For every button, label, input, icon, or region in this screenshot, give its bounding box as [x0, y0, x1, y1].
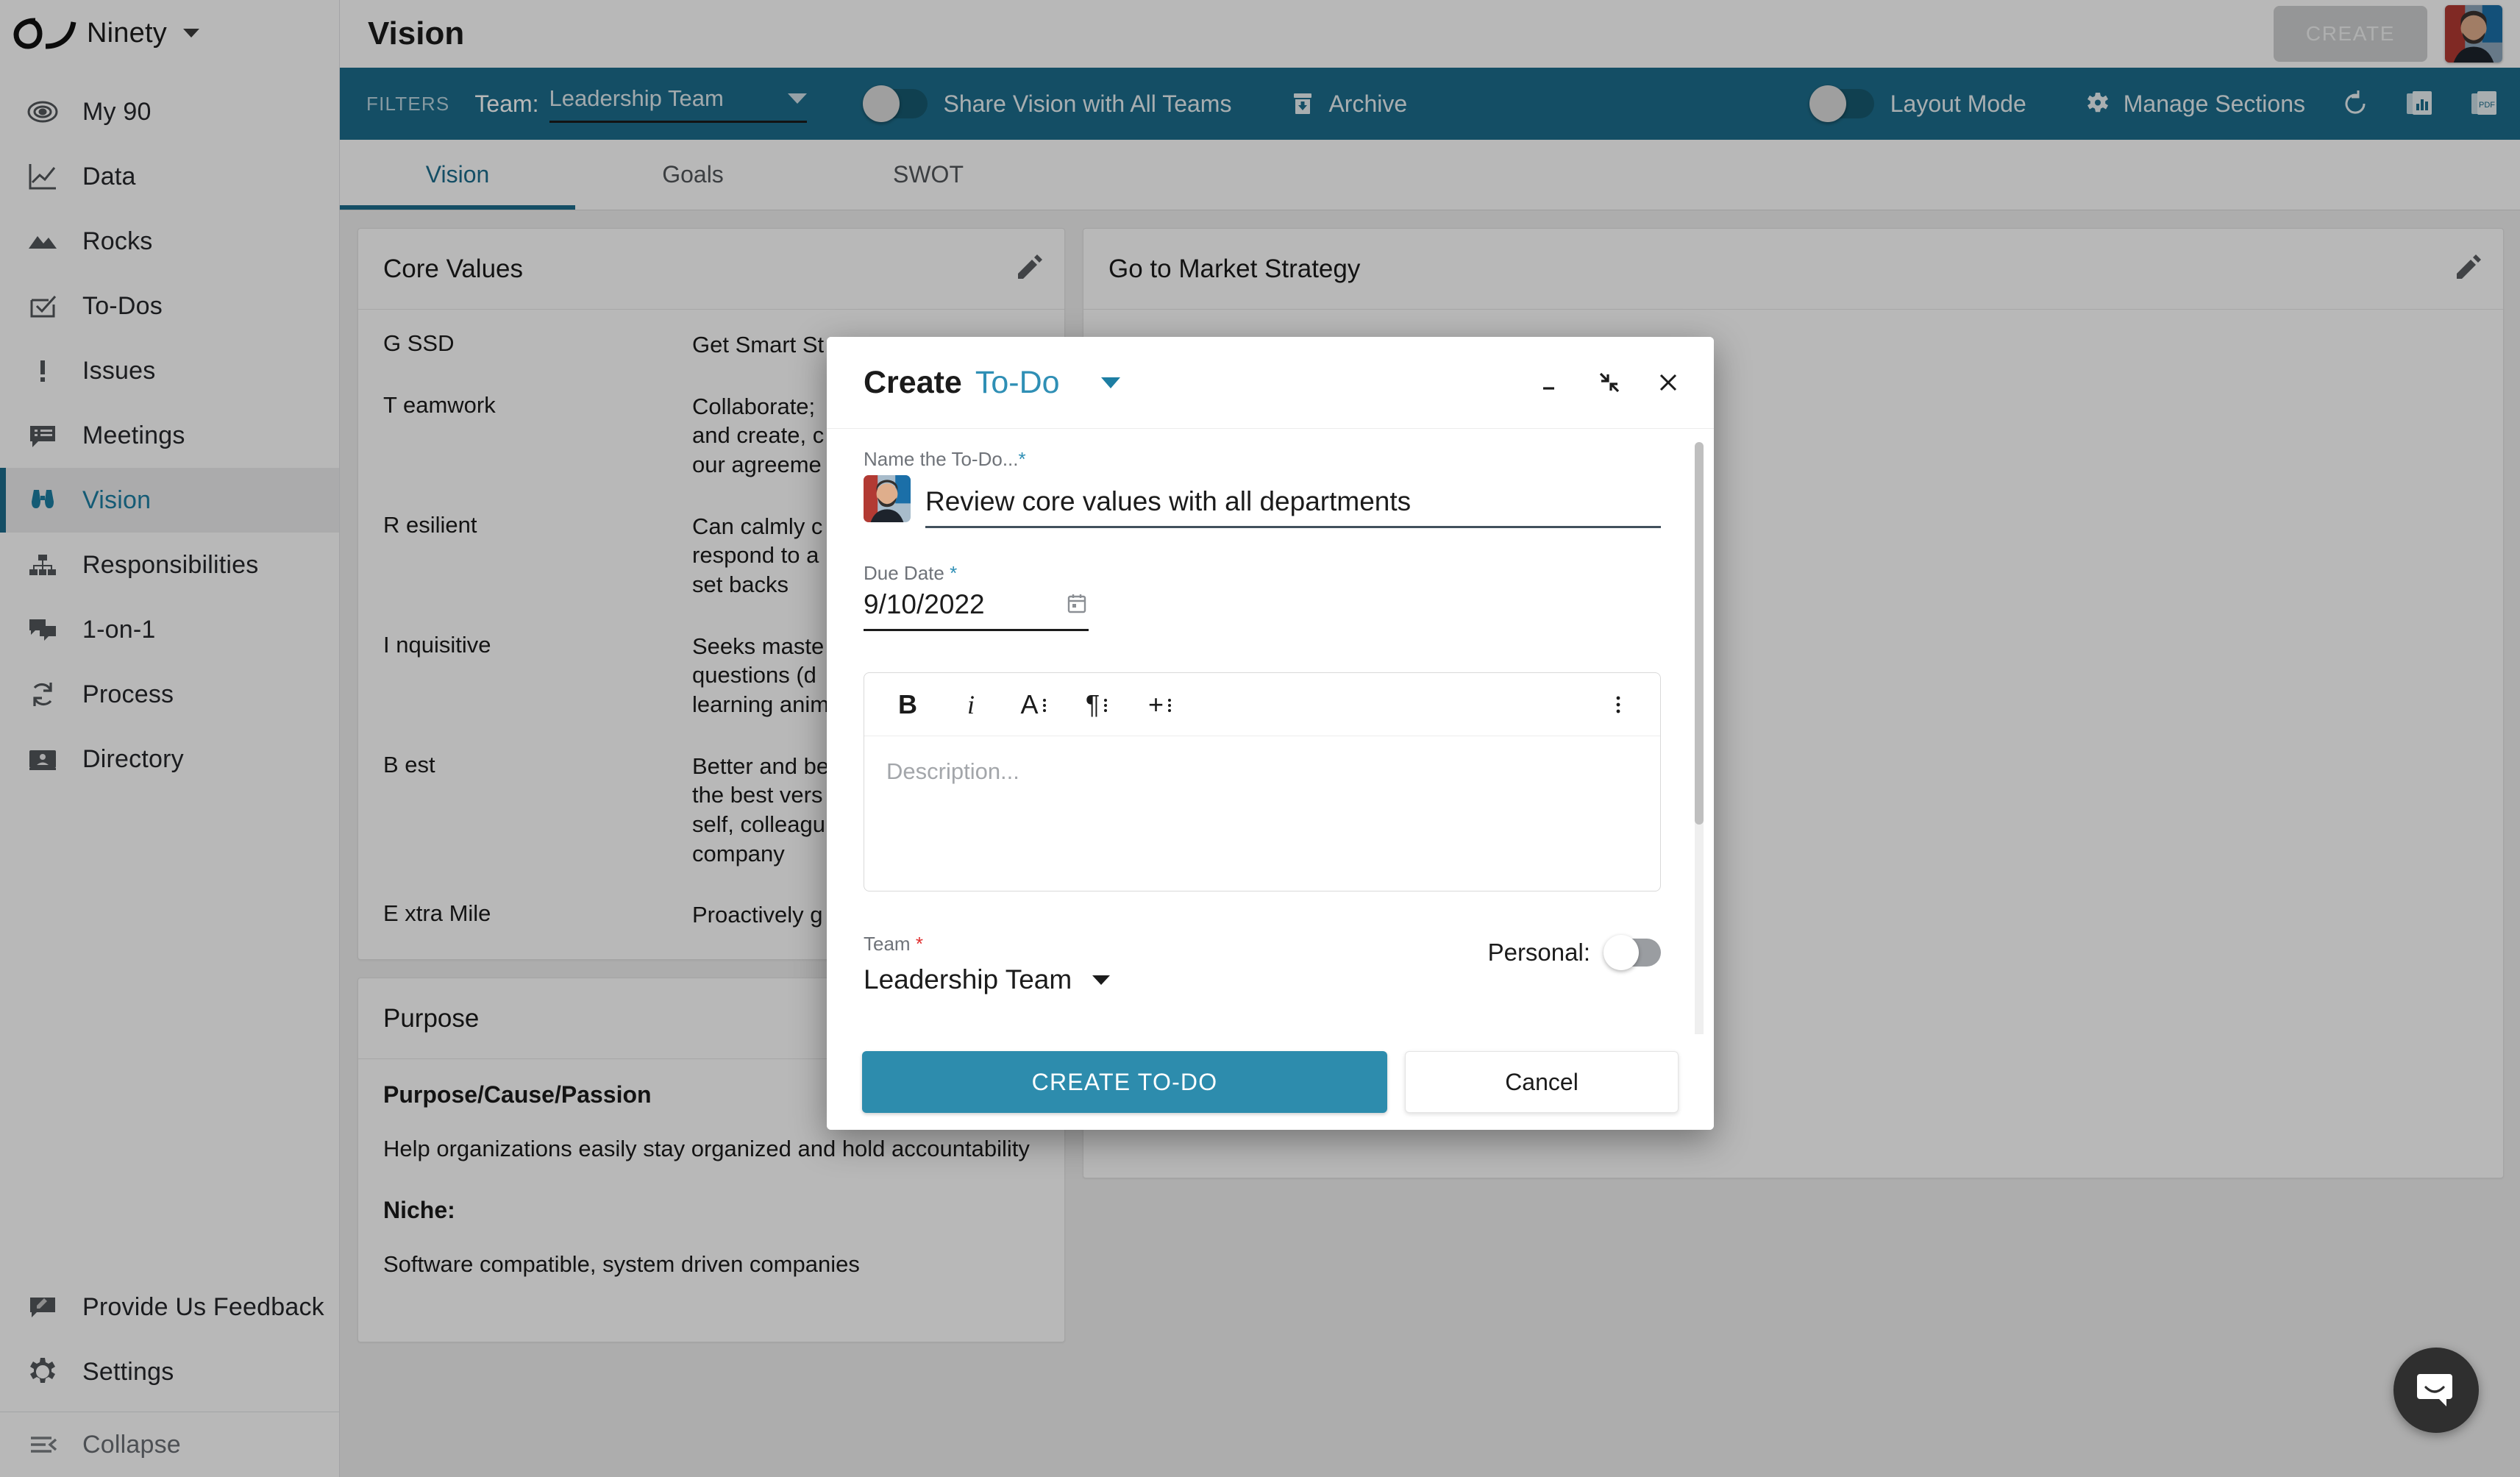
team-and-personal-row: Team * Leadership Team Personal:	[864, 933, 1661, 995]
text-style-button[interactable]: A	[1011, 682, 1057, 727]
calendar-icon[interactable]	[1065, 591, 1089, 619]
team-label-text: Team	[864, 933, 911, 955]
more-vertical-icon[interactable]	[1595, 682, 1641, 727]
close-icon[interactable]	[1645, 359, 1692, 406]
required-mark: *	[950, 562, 957, 584]
intercom-chat-icon	[2416, 1368, 2457, 1413]
name-input[interactable]	[925, 486, 1661, 528]
name-field-label-text: Name the To-Do...	[864, 448, 1019, 470]
personal-label: Personal:	[1488, 939, 1590, 967]
team-select[interactable]: Leadership Team	[864, 964, 1488, 995]
paragraph-style-glyph: ¶	[1086, 689, 1100, 720]
app-root: Ninety My 90 Data	[0, 0, 2520, 1477]
collapse-diagonal-icon[interactable]	[1586, 359, 1633, 406]
avatar[interactable]	[864, 475, 911, 522]
create-todo-button[interactable]: CREATE TO-DO	[862, 1051, 1387, 1113]
editor-toolbar: B i A ¶ +	[864, 673, 1660, 736]
modal-type-value[interactable]: To-Do	[975, 365, 1060, 401]
due-date-label-text: Due Date	[864, 562, 944, 584]
insert-button[interactable]: +	[1138, 682, 1184, 727]
paragraph-style-button[interactable]: ¶	[1075, 682, 1120, 727]
personal-toggle[interactable]	[1606, 939, 1661, 967]
modal-form: Name the To-Do...*	[827, 429, 1714, 995]
personal-field: Personal:	[1488, 933, 1661, 967]
team-label: Team *	[864, 933, 1488, 955]
team-value: Leadership Team	[864, 964, 1072, 995]
name-field-label: Name the To-Do...*	[864, 448, 1661, 471]
bold-button[interactable]: B	[885, 682, 930, 727]
modal-body: Name the To-Do...*	[827, 428, 1714, 1034]
modal-title: Create	[864, 365, 962, 401]
due-date-field: Due Date *	[864, 562, 1661, 631]
modal-scrollbar-thumb[interactable]	[1695, 442, 1704, 825]
due-date-row	[864, 589, 1089, 631]
text-style-glyph: A	[1020, 689, 1038, 720]
minimize-icon[interactable]	[1527, 359, 1574, 406]
create-todo-modal: Create To-Do Name the To-Do...*	[827, 337, 1714, 1130]
modal-scrollbar[interactable]	[1695, 442, 1704, 1034]
toggle-knob	[1604, 935, 1639, 970]
italic-button[interactable]: i	[948, 682, 994, 727]
insert-glyph: +	[1148, 689, 1164, 720]
name-field-row	[864, 475, 1661, 528]
chevron-down-icon	[1092, 975, 1110, 985]
modal-footer: CREATE TO-DO Cancel	[827, 1034, 1714, 1130]
required-mark: *	[1019, 448, 1026, 470]
due-date-input[interactable]	[864, 589, 1033, 620]
cancel-button[interactable]: Cancel	[1405, 1051, 1679, 1113]
description-editor: B i A ¶ +	[864, 672, 1661, 891]
due-date-label: Due Date *	[864, 562, 1661, 585]
modal-header: Create To-Do	[827, 337, 1714, 428]
team-field: Team * Leadership Team	[864, 933, 1488, 995]
required-mark: *	[916, 933, 923, 955]
description-placeholder[interactable]: Description...	[864, 736, 1660, 891]
intercom-chat-button[interactable]	[2393, 1348, 2479, 1433]
chevron-down-icon[interactable]	[1101, 377, 1120, 388]
